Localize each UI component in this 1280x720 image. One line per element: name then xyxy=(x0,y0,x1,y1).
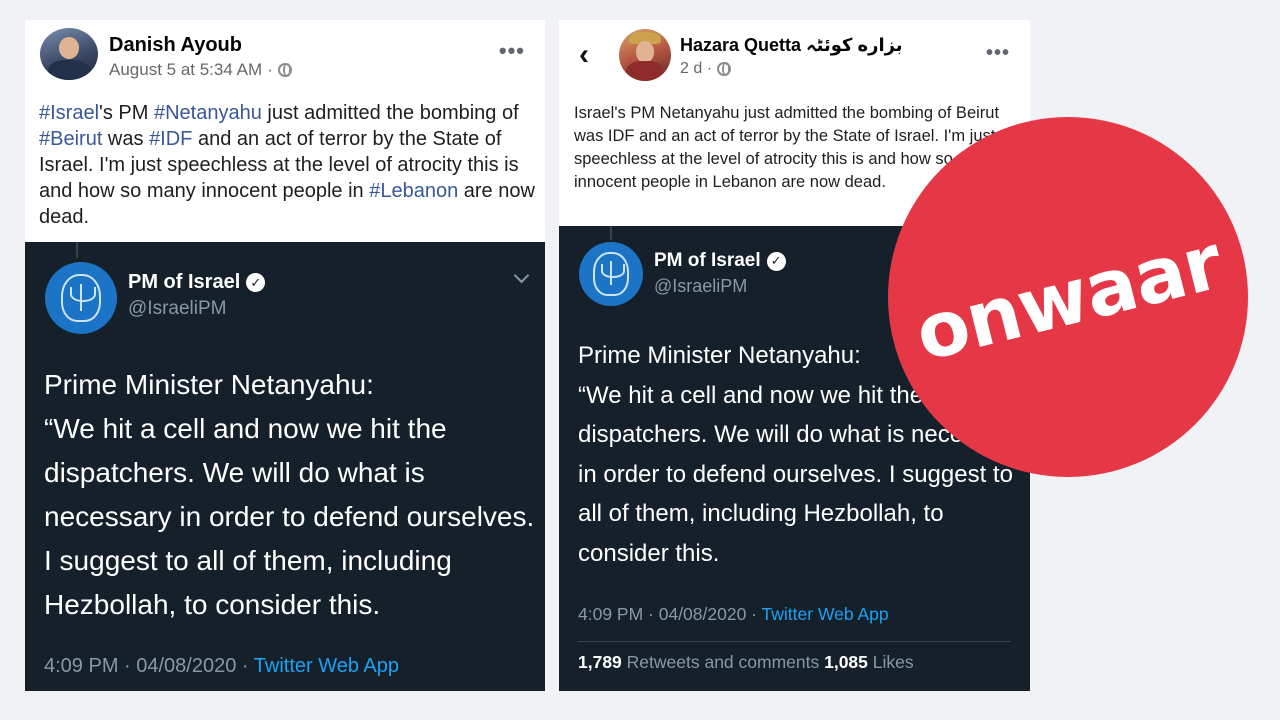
retweets-count[interactable]: 1,789 xyxy=(578,652,622,672)
more-options-icon[interactable]: ••• xyxy=(986,42,1010,65)
hashtag-link[interactable]: #IDF xyxy=(149,128,192,150)
tweet-author-name: PM of Israel xyxy=(654,250,761,271)
tweet-text: Prime Minister Netanyahu: “We hit a cell… xyxy=(44,369,535,620)
globe-icon xyxy=(277,63,292,77)
tweet-timestamp: 4:09 PM · 04/08/2020 · Twitter Web App xyxy=(578,604,889,625)
author-avatar[interactable] xyxy=(619,29,671,81)
hashtag-link[interactable]: #Netanyahu xyxy=(154,102,262,124)
thread-line xyxy=(610,226,612,240)
emblem-icon xyxy=(593,252,629,296)
post-meta: August 5 at 5:34 AM · xyxy=(109,60,292,80)
tweet-time: 4:09 PM · 04/08/2020 · xyxy=(578,604,762,624)
tweet-author-name: PM of Israel xyxy=(128,271,241,293)
author-name[interactable]: Hazara Quetta بزاره کوئٹہ xyxy=(680,35,903,56)
tweet-handle[interactable]: @IsraeliPM xyxy=(654,276,747,297)
retweets-label: Retweets and comments xyxy=(621,652,825,672)
post-text-segment: 's PM xyxy=(99,102,154,124)
tweet-source-link[interactable]: Twitter Web App xyxy=(762,604,889,624)
hashtag-link[interactable]: #Lebanon xyxy=(369,180,458,202)
author-name[interactable]: Danish Ayoub xyxy=(109,34,242,57)
tweet-source-link[interactable]: Twitter Web App xyxy=(254,655,399,677)
tweet-time: 4:09 PM · 04/08/2020 · xyxy=(44,655,254,677)
post-text-segment: was xyxy=(102,128,150,150)
post-timestamp[interactable]: 2 d · xyxy=(680,60,712,78)
globe-icon xyxy=(717,62,732,76)
post-text-segment: just admitted the bombing of xyxy=(261,102,519,124)
tweet-handle[interactable]: @IsraeliPM xyxy=(128,298,226,320)
hashtag-link[interactable]: #Beirut xyxy=(39,128,102,150)
embedded-tweet: PM of Israel ✓ @IsraeliPM Prime Minister… xyxy=(25,242,545,691)
tweet-avatar[interactable] xyxy=(579,242,643,306)
badge-text: onwaar xyxy=(906,216,1230,378)
back-arrow-icon[interactable]: ‹ xyxy=(579,40,589,70)
tweet-avatar[interactable] xyxy=(45,262,117,334)
likes-label: Likes xyxy=(867,652,914,672)
author-avatar[interactable] xyxy=(40,28,98,80)
emblem-icon xyxy=(60,273,102,323)
onwaar-label-badge: onwaar xyxy=(888,117,1248,477)
tweet-timestamp: 4:09 PM · 04/08/2020 · Twitter Web App xyxy=(44,655,399,678)
post-header: ‹ Hazara Quetta بزاره کوئٹہ 2 d · ••• xyxy=(559,20,1030,90)
thread-line xyxy=(76,242,78,258)
tweet-author[interactable]: PM of Israel ✓ xyxy=(654,250,786,272)
post-timestamp[interactable]: August 5 at 5:34 AM xyxy=(109,60,262,80)
hashtag-link[interactable]: #Israel xyxy=(39,102,99,124)
more-options-icon[interactable]: ••• xyxy=(499,38,525,64)
verified-badge-icon: ✓ xyxy=(766,251,786,271)
tweet-divider xyxy=(578,641,1011,642)
tweet-stats: 1,789 Retweets and comments 1,085 Likes xyxy=(578,652,914,673)
chevron-down-icon[interactable] xyxy=(513,267,530,284)
post-header: Danish Ayoub August 5 at 5:34 AM · ••• xyxy=(25,20,545,90)
verified-badge-icon: ✓ xyxy=(246,273,266,292)
post-meta: 2 d · xyxy=(680,60,732,78)
tweet-author[interactable]: PM of Israel ✓ xyxy=(128,271,266,294)
post-text: #Israel's PM #Netanyahu just admitted th… xyxy=(39,100,544,230)
left-facebook-post: Danish Ayoub August 5 at 5:34 AM · ••• #… xyxy=(25,20,545,691)
likes-count[interactable]: 1,085 xyxy=(824,652,868,672)
